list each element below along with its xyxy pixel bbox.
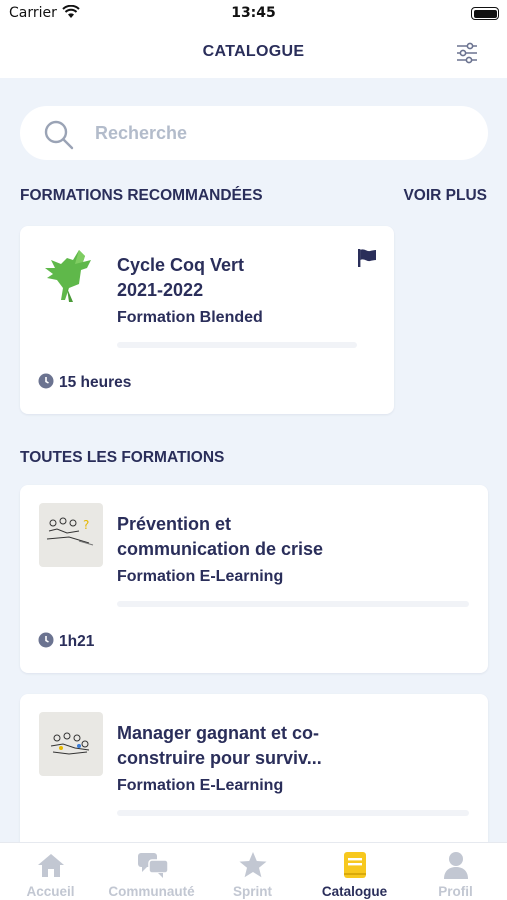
course-title-line: Prévention et xyxy=(117,514,232,534)
course-duration: 1h21 xyxy=(38,632,94,651)
search-icon xyxy=(42,118,76,157)
tab-label: Profil xyxy=(438,884,473,899)
tab-label: Communauté xyxy=(108,884,195,899)
course-duration: 15 heures xyxy=(38,373,131,392)
sketch-illustration: ? xyxy=(39,503,103,567)
tab-sprint[interactable]: Sprint xyxy=(202,843,303,900)
search-placeholder: Recherche xyxy=(95,123,188,143)
course-type: Formation Blended xyxy=(117,309,263,326)
sketch-illustration xyxy=(39,712,103,776)
clock-icon xyxy=(38,373,54,389)
tab-catalogue[interactable]: Catalogue xyxy=(304,843,405,900)
tab-label: Sprint xyxy=(233,884,272,899)
all-courses-heading: TOUTES LES FORMATIONS xyxy=(20,449,225,466)
tab-communaute[interactable]: Communauté xyxy=(101,843,202,900)
page-title: CATALOGUE xyxy=(202,43,305,60)
course-title-line: communication de crise xyxy=(117,539,324,559)
home-icon xyxy=(38,854,64,877)
recommended-course-card[interactable]: Cycle Coq Vert 2021-2022 Formation Blend… xyxy=(20,226,394,414)
status-bar: Carrier 13:45 xyxy=(0,0,507,28)
clock: 13:45 xyxy=(231,5,276,21)
chat-icon xyxy=(138,853,169,878)
course-type: Formation E-Learning xyxy=(117,777,284,794)
recommended-heading: FORMATIONS RECOMMANDÉES xyxy=(20,187,263,204)
duration-label: 15 heures xyxy=(59,374,132,391)
user-icon xyxy=(444,852,468,879)
course-card[interactable]: ? Prévention et communication de crise F… xyxy=(20,485,488,673)
tab-bar: Accueil Communauté Sprint Catalogue Prof… xyxy=(0,842,507,900)
tab-accueil[interactable]: Accueil xyxy=(0,843,101,900)
course-title-line: 2021-2022 xyxy=(117,280,204,300)
star-icon xyxy=(239,852,267,878)
course-title: Prévention et communication de crise xyxy=(117,512,323,562)
course-title: Manager gagnant et co- construire pour s… xyxy=(117,721,322,771)
green-rooster-logo xyxy=(39,244,103,308)
progress-bar xyxy=(117,601,469,607)
clock-icon xyxy=(38,632,54,648)
nav-bar: CATALOGUE xyxy=(0,28,507,78)
svg-text:?: ? xyxy=(83,518,89,532)
tab-label: Catalogue xyxy=(321,884,388,899)
battery-icon xyxy=(471,7,499,20)
book-icon xyxy=(344,852,366,878)
tab-label: Accueil xyxy=(26,884,75,899)
course-title-line: Cycle Coq Vert xyxy=(117,255,245,275)
course-title-line: construire pour surviv... xyxy=(117,748,322,768)
progress-bar xyxy=(117,810,469,816)
duration-label: 1h21 xyxy=(59,633,95,650)
progress-bar xyxy=(117,342,357,348)
course-title: Cycle Coq Vert 2021-2022 xyxy=(117,253,244,303)
course-title-line: Manager gagnant et co- xyxy=(117,723,320,743)
see-more-link[interactable]: VOIR PLUS xyxy=(403,187,487,205)
search-input[interactable]: Recherche xyxy=(20,106,488,160)
course-type: Formation E-Learning xyxy=(117,568,284,585)
sliders-icon[interactable] xyxy=(453,39,481,67)
flag-icon[interactable] xyxy=(357,248,377,273)
course-card[interactable]: Manager gagnant et co- construire pour s… xyxy=(20,694,488,854)
tab-profil[interactable]: Profil xyxy=(405,843,506,900)
